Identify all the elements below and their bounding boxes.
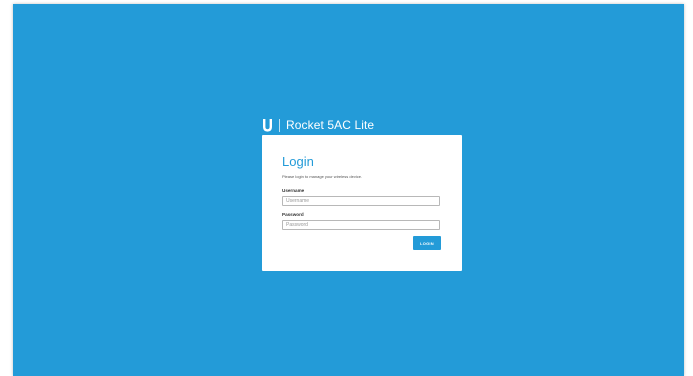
ubiquiti-logo-icon: [262, 118, 273, 132]
product-name: Rocket 5AC Lite: [286, 118, 375, 132]
username-label: Username: [282, 188, 305, 193]
brand-header: Rocket 5AC Lite: [262, 117, 374, 133]
login-screen: Rocket 5AC Lite Login Please login to ma…: [13, 4, 684, 376]
brand-separator: [279, 118, 280, 132]
username-input[interactable]: [282, 196, 440, 206]
login-card: Login Please login to manage your wirele…: [262, 135, 462, 271]
password-input[interactable]: [282, 220, 440, 230]
login-title: Login: [282, 154, 314, 169]
login-subtitle: Please login to manage your wireless dev…: [282, 174, 363, 179]
login-button[interactable]: LOGIN: [413, 236, 441, 250]
password-label: Password: [282, 212, 304, 217]
